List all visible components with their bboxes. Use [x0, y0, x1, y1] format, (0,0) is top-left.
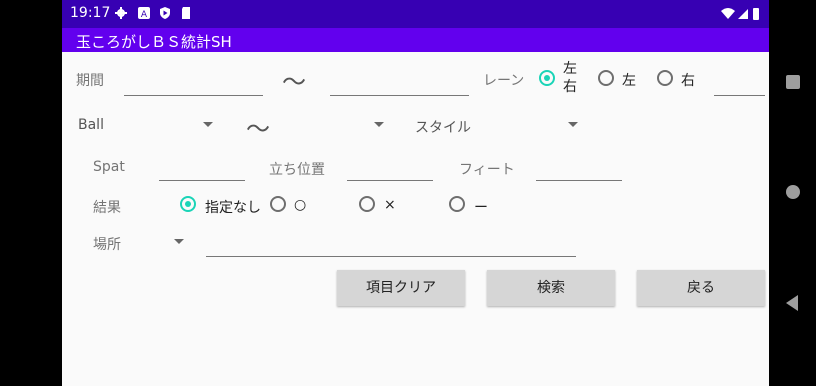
clear-button[interactable]: 項目クリア [337, 270, 465, 306]
recents-icon[interactable] [786, 75, 800, 89]
wifi-icon [721, 8, 759, 20]
ball-tilde: 〜 [246, 115, 270, 143]
chevron-down-icon [203, 122, 213, 127]
result-circle-label: ○ [294, 197, 307, 213]
chevron-down-icon [374, 122, 384, 127]
result-dash-radio[interactable] [449, 196, 465, 212]
back-nav-icon[interactable] [786, 295, 798, 311]
status-time: 19:17 [70, 5, 111, 21]
style-label: スタイル [415, 120, 471, 136]
gear-icon [115, 7, 127, 19]
period-start-field[interactable] [124, 95, 263, 96]
result-cross-radio[interactable] [359, 196, 375, 212]
home-icon[interactable] [786, 185, 800, 199]
navigation-bar [769, 0, 816, 386]
device-frame: 19:17 A 玉ころがしＢＳ統計SH 期間 〜 レーン 左 右 左 右 Bal… [0, 0, 816, 386]
lane-left-radio[interactable] [598, 70, 614, 86]
place-label: 場所 [93, 237, 121, 253]
feet-field[interactable] [536, 180, 622, 181]
sd-card-icon [182, 7, 190, 19]
stand-position-label: 立ち位置 [269, 162, 325, 178]
period-label: 期間 [76, 73, 104, 89]
place-field[interactable] [206, 256, 576, 257]
app-screen: 19:17 A 玉ころがしＢＳ統計SH 期間 〜 レーン 左 右 左 右 Bal… [62, 0, 769, 386]
ball-label: Ball [78, 117, 104, 133]
lane-both-radio[interactable] [539, 70, 555, 86]
a-icon: A [138, 7, 150, 19]
lane-number-field[interactable] [714, 95, 765, 96]
play-protect-icon [160, 7, 170, 19]
feet-label: フィート [459, 162, 515, 178]
result-none-radio[interactable] [180, 196, 196, 212]
period-tilde: 〜 [282, 68, 306, 96]
back-button[interactable]: 戻る [637, 270, 765, 306]
app-title: 玉ころがしＢＳ統計SH [76, 33, 232, 51]
status-bar: 19:17 A [62, 0, 769, 28]
result-none-label: 指定なし [205, 200, 261, 216]
lane-both-label: 左 右 [563, 61, 577, 95]
stand-position-field[interactable] [347, 180, 433, 181]
lane-right-radio[interactable] [657, 70, 673, 86]
search-button[interactable]: 検索 [487, 270, 615, 306]
result-cross-label: × [384, 197, 396, 213]
chevron-down-icon [568, 122, 578, 127]
spat-label: Spat [93, 159, 125, 175]
period-end-field[interactable] [330, 95, 469, 96]
app-bar: 玉ころがしＢＳ統計SH [62, 28, 769, 52]
status-right-icons [721, 6, 761, 25]
lane-right-label: 右 [681, 73, 695, 89]
lane-left-label: 左 [622, 73, 636, 89]
svg-text:A: A [141, 10, 148, 19]
result-circle-radio[interactable] [270, 196, 286, 212]
lane-label: レーン [483, 73, 525, 89]
result-dash-label: ー [474, 200, 488, 216]
chevron-down-icon [174, 239, 184, 244]
spat-field[interactable] [159, 180, 245, 181]
result-label: 結果 [93, 200, 121, 216]
